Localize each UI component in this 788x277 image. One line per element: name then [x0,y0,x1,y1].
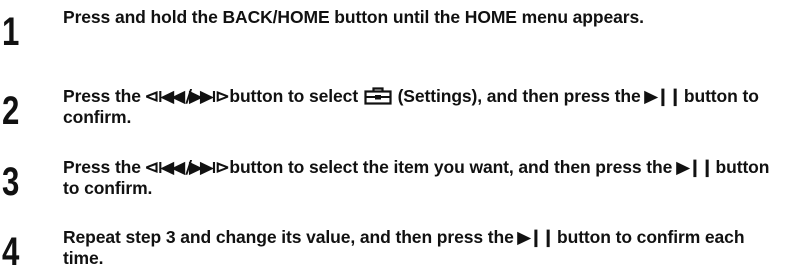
step-text-part: button to select the item you want, and … [224,157,677,177]
play-pause-icon: ▶❙❙ [517,228,557,248]
step-text: Press and hold the BACK/HOME button unti… [63,7,783,27]
step-text-part: Repeat step 3 and change its value, and … [63,227,519,247]
step-number: 4 [2,230,20,274]
play-pause-icon: ▶❙❙ [644,87,683,107]
step-text-part: button to select [224,86,363,106]
prev-next-icon: ⧏◀◀ /▶▶⧐ [143,87,230,107]
instruction-steps: 1 Press and hold the BACK/HOME button un… [0,0,788,277]
step-1-text: Press and hold the BACK/HOME button unti… [63,7,644,27]
step-text: Repeat step 3 and change its value, and … [63,227,783,268]
step-text-part: Press the [63,157,146,177]
step-number: 2 [2,89,20,133]
settings-toolbox-icon [364,87,392,105]
step-text-part: (Settings), and then press the [392,86,646,106]
prev-next-icon: ⧏◀◀ /▶▶⧐ [143,158,230,178]
play-pause-icon: ▶❙❙ [676,158,715,178]
step-text: Press the ⧏◀◀ /▶▶⧐ button to select (Set… [63,86,783,127]
step-text-part: Press the [63,86,146,106]
step-text: Press the ⧏◀◀ /▶▶⧐ button to select the … [63,157,783,198]
step-number: 1 [2,10,20,54]
step-number: 3 [2,160,20,204]
